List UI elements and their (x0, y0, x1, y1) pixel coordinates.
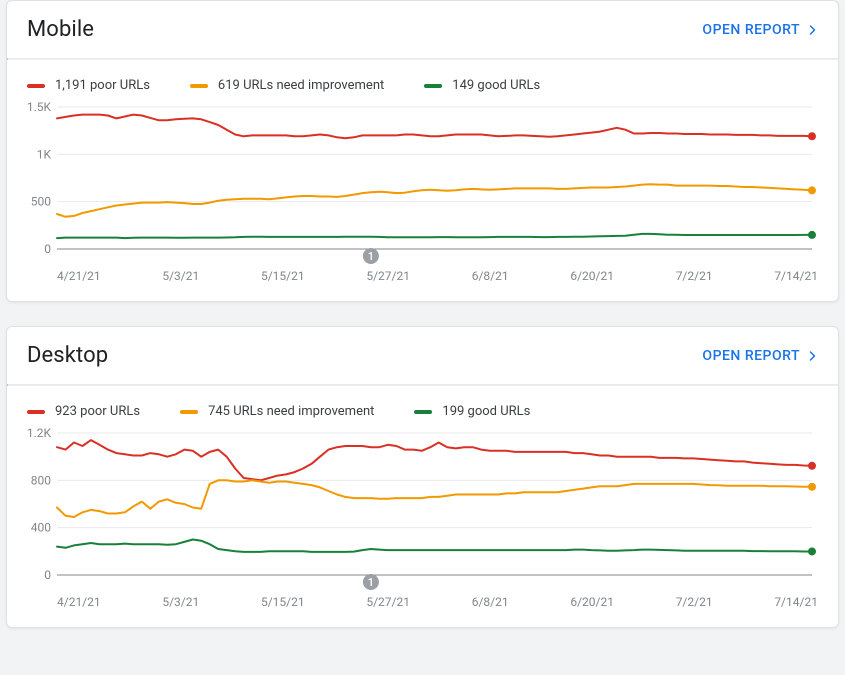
xtick-label: 5/3/21 (162, 595, 199, 609)
open-report-label: OPEN REPORT (702, 348, 800, 364)
legend-swatch-needs (180, 410, 198, 414)
xtick-label: 7/14/21 (774, 595, 818, 609)
legend-item-good: 199 good URLs (414, 404, 530, 419)
desktop-xaxis: 4/21/21 5/3/21 5/15/21 5/27/21 6/8/21 6/20/21… (27, 595, 818, 609)
desktop-card-title: Desktop (27, 343, 108, 368)
legend-item-needs: 619 URLs need improvement (190, 78, 384, 93)
xtick-label: 4/21/21 (57, 269, 101, 283)
legend-swatch-needs (190, 84, 208, 88)
desktop-chart: 0 400 800 1.2K 1 (27, 429, 818, 589)
series-end-poor (808, 462, 816, 470)
series-poor (57, 440, 812, 480)
xtick-label: 6/20/21 (570, 269, 614, 283)
legend-label: 1,191 poor URLs (55, 78, 150, 93)
series-needs (57, 184, 812, 217)
xtick-label: 5/27/21 (366, 595, 410, 609)
xtick-label: 7/14/21 (774, 269, 818, 283)
mobile-xaxis: 4/21/21 5/3/21 5/15/21 5/27/21 6/8/21 6/20/21… (27, 269, 818, 283)
mobile-chart: 0 500 1K 1.5K 1 (27, 103, 818, 263)
mobile-card-title: Mobile (27, 17, 94, 42)
desktop-open-report-link[interactable]: OPEN REPORT (702, 348, 818, 364)
series-end-good (808, 547, 816, 555)
desktop-card: Desktop OPEN REPORT 923 poor URLs 745 UR… (6, 326, 839, 628)
svg-text:800: 800 (31, 473, 52, 487)
xtick-label: 5/3/21 (162, 269, 199, 283)
svg-text:1.2K: 1.2K (27, 426, 52, 440)
legend-label: 745 URLs need improvement (208, 404, 374, 419)
series-poor (57, 115, 812, 139)
desktop-card-header: Desktop OPEN REPORT (7, 327, 838, 384)
mobile-card-header: Mobile OPEN REPORT (7, 1, 838, 58)
xtick-label: 4/21/21 (57, 595, 101, 609)
xtick-label: 5/27/21 (366, 269, 410, 283)
legend-swatch-poor (27, 84, 45, 88)
series-end-needs (808, 186, 816, 194)
legend-swatch-poor (27, 410, 45, 414)
xtick-label: 5/15/21 (261, 269, 305, 283)
svg-text:1: 1 (368, 250, 374, 263)
svg-text:1K: 1K (37, 147, 52, 161)
mobile-card: Mobile OPEN REPORT 1,191 poor URLs 619 U… (6, 0, 839, 302)
legend-label: 149 good URLs (452, 78, 540, 93)
xtick-label: 7/2/21 (676, 269, 713, 283)
legend-item-good: 149 good URLs (424, 78, 540, 93)
legend-item-poor: 923 poor URLs (27, 404, 140, 419)
mobile-legend: 1,191 poor URLs 619 URLs need improvemen… (7, 60, 838, 103)
xtick-label: 6/8/21 (472, 595, 509, 609)
series-good (57, 234, 812, 238)
svg-text:0: 0 (44, 568, 51, 582)
svg-text:0: 0 (44, 242, 51, 256)
legend-item-needs: 745 URLs need improvement (180, 404, 374, 419)
series-end-needs (808, 483, 816, 491)
xtick-label: 5/15/21 (261, 595, 305, 609)
series-good (57, 540, 812, 552)
chevron-right-icon (806, 350, 818, 362)
svg-text:400: 400 (31, 521, 52, 535)
legend-item-poor: 1,191 poor URLs (27, 78, 150, 93)
open-report-label: OPEN REPORT (702, 22, 800, 38)
chevron-right-icon (806, 24, 818, 36)
svg-text:1.5K: 1.5K (27, 100, 52, 114)
legend-swatch-good (424, 84, 442, 88)
series-end-good (808, 231, 816, 239)
series-end-poor (808, 132, 816, 140)
mobile-open-report-link[interactable]: OPEN REPORT (702, 22, 818, 38)
desktop-legend: 923 poor URLs 745 URLs need improvement … (7, 386, 838, 429)
legend-swatch-good (414, 410, 432, 414)
svg-text:500: 500 (31, 195, 52, 209)
legend-label: 199 good URLs (442, 404, 530, 419)
legend-label: 923 poor URLs (55, 404, 140, 419)
xtick-label: 6/20/21 (570, 595, 614, 609)
xtick-label: 7/2/21 (676, 595, 713, 609)
series-needs (57, 480, 812, 517)
xtick-label: 6/8/21 (472, 269, 509, 283)
legend-label: 619 URLs need improvement (218, 78, 384, 93)
svg-text:1: 1 (368, 576, 374, 589)
